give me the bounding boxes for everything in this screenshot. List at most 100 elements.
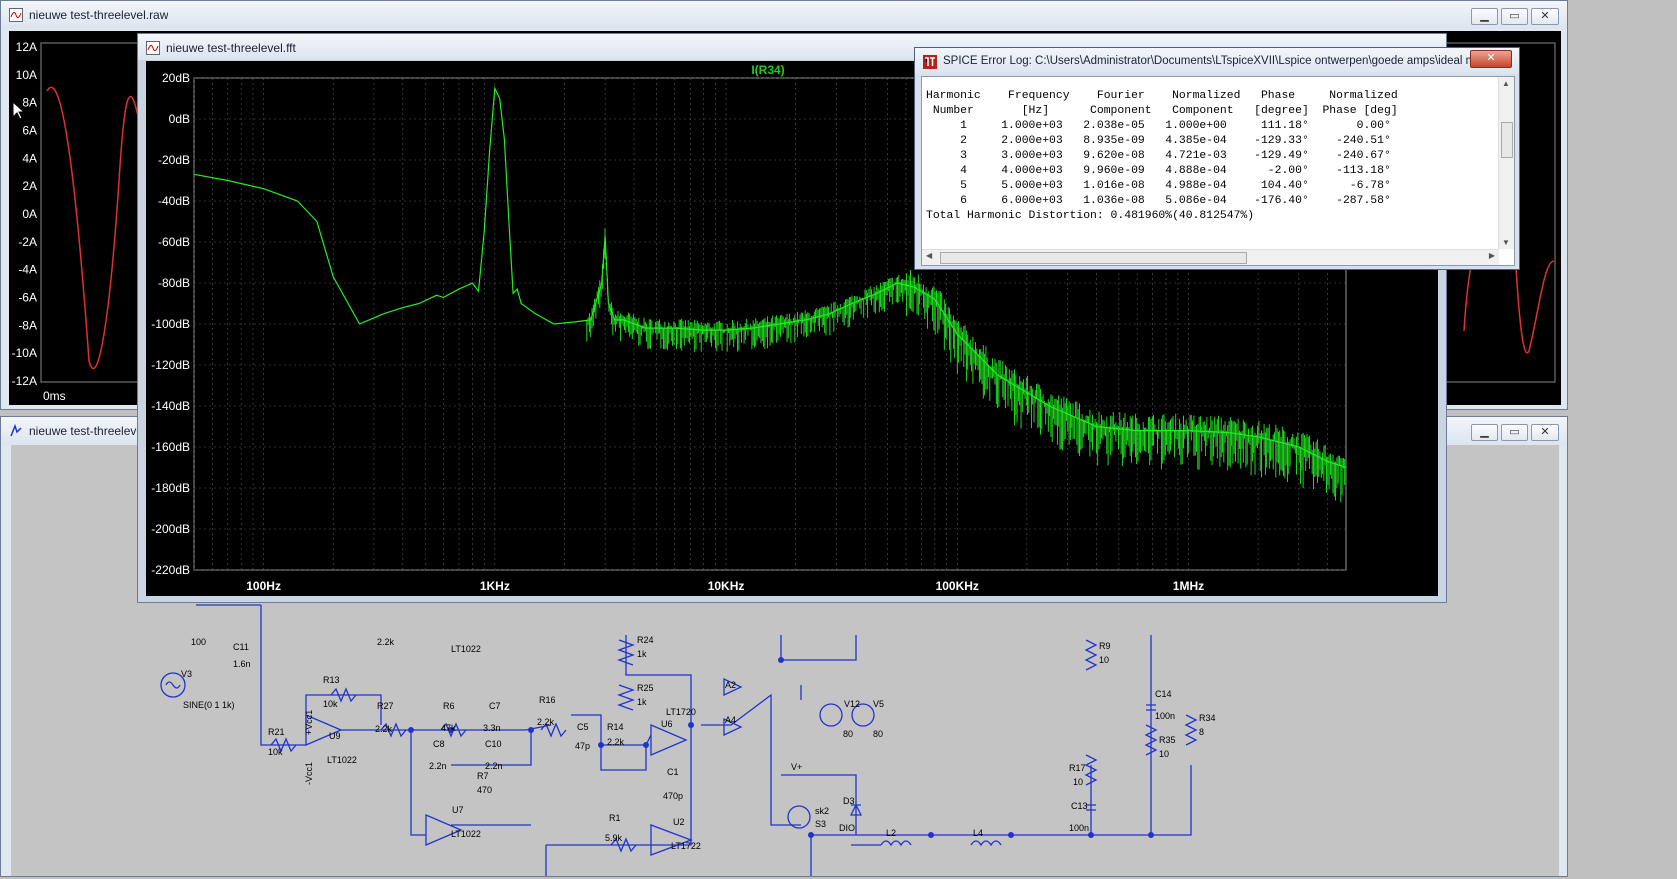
fft-x-tick: 100Hz (246, 579, 281, 593)
scroll-left-icon[interactable]: ◀ (926, 251, 932, 260)
schematic-label-c10: C10 (485, 739, 502, 749)
table-row: 2 2.000e+03 8.935e-09 4.385e-04 -129.33°… (926, 135, 1391, 147)
raw-y-tick: -2A (18, 235, 37, 249)
maximize-button[interactable]: ▭ (1501, 424, 1528, 441)
fft-x-tick: 100KHz (936, 579, 979, 593)
fft-y-axis: 20dB 0dB -20dB -40dB -60dB -80dB -100dB -120dB -… (151, 71, 190, 577)
fft-y-tick: 20dB (162, 71, 190, 85)
close-button[interactable]: ✕ (1470, 50, 1512, 68)
schematic-label-c14: C14 (1155, 689, 1172, 699)
raw-y-tick: -4A (18, 263, 37, 277)
schematic-label-lt1022-a: LT1022 (327, 755, 357, 765)
schematic-label-r27: R27 (377, 701, 394, 711)
minimize-button[interactable]: ▁ (1471, 8, 1498, 25)
table-row: 6 6.000e+03 1.036e-08 5.086e-04 -176.40°… (926, 195, 1391, 207)
scroll-down-icon[interactable]: ▼ (1502, 238, 1510, 247)
schematic-label-lt1722: LT1722 (671, 841, 701, 851)
schematic-labels: 100 C11 1.6n V3 SINE(0 1 1k) R13 10k R21 10k U9 LT… (181, 635, 1216, 851)
schematic-junctions (408, 657, 1154, 838)
schematic-label-r14-val: 2.2k (607, 737, 625, 747)
schematic-label-r14: R14 (607, 722, 624, 732)
schematic-label-sine: SINE(0 1 1k) (183, 700, 235, 710)
ltspice-icon (923, 55, 937, 69)
schematic-label-a4: A4 (725, 715, 736, 725)
raw-y-tick: -12A (12, 374, 37, 388)
fft-window-title: nieuwe test-threelevel.fft (166, 41, 296, 55)
schematic-label-c5-val: 47p (575, 741, 590, 751)
schematic-label-r-22k-top: 2.2k (377, 637, 395, 647)
table-header-row: Harmonic Frequency Fourier Normalized Ph… (926, 90, 1412, 102)
schematic-label-lt1022-b: LT1022 (451, 644, 481, 654)
schematic-label-v12-val: 80 (843, 729, 853, 739)
schematic-label-r34: R34 (1199, 713, 1216, 723)
spice-error-log-window[interactable]: SPICE Error Log: C:\Users\Administrator\… (914, 47, 1520, 270)
schematic-label-r35-val: 10 (1159, 749, 1169, 759)
raw-window-title: nieuwe test-threelevel.raw (29, 8, 169, 22)
schematic-label-r16-val: 2.2k (537, 717, 555, 727)
fft-x-axis: 100Hz 1KHz 10KHz 100KHz 1MHz (246, 579, 1204, 593)
schematic-label-r-label: 100 (191, 637, 206, 647)
raw-window-titlebar[interactable]: nieuwe test-threelevel.raw ▁ ▭ ✕ (1, 1, 1567, 29)
fft-y-tick: -80dB (158, 276, 190, 290)
schematic-wires (196, 604, 1192, 876)
error-log-content[interactable]: Harmonic Frequency Fourier Normalized Ph… (921, 76, 1515, 266)
schematic-label-v3: V3 (181, 669, 192, 679)
schematic-label-r25-val: 1k (637, 697, 647, 707)
schematic-label-vcc-a: +Vcc1 (304, 710, 314, 735)
table-row: 1 1.000e+03 2.038e-05 1.000e+00 111.18° … (926, 120, 1391, 132)
horizontal-scrollbar[interactable]: ◀ ▶ (922, 249, 1499, 265)
scroll-up-icon[interactable]: ▲ (1502, 79, 1510, 88)
schematic-label-c1: C1 (667, 767, 679, 777)
schematic-label-sk2: sk2 (815, 806, 829, 816)
fourier-table: Harmonic Frequency Fourier Normalized Ph… (926, 89, 1411, 224)
horizontal-scroll-thumb[interactable] (940, 252, 1247, 264)
schematic-label-c8: C8 (433, 739, 445, 749)
raw-y-tick: 6A (22, 124, 37, 138)
fft-y-tick: -160dB (151, 440, 190, 454)
schematic-label-r9: R9 (1099, 641, 1111, 651)
maximize-button[interactable]: ▭ (1501, 8, 1528, 25)
close-button[interactable]: ✕ (1531, 424, 1559, 441)
schematic-label-r24-val: 1k (637, 649, 647, 659)
schematic-label-r7: R7 (477, 771, 489, 781)
thd-line: Total Harmonic Distortion: 0.481960%(40.… (926, 210, 1255, 222)
raw-y-axis: 12A10A8A6A4A2A0A-2A-4A-6A-8A-10A-12A (12, 40, 37, 388)
error-log-title: SPICE Error Log: C:\Users\Administrator\… (943, 55, 1483, 67)
schematic-label-c7: C7 (489, 701, 501, 711)
raw-y-tick: 2A (22, 179, 37, 193)
schematic-label-v12: V12 (844, 699, 860, 709)
schematic-label-lt1022-c: LT1022 (451, 829, 481, 839)
fft-trace-label[interactable]: I(R34) (751, 63, 784, 77)
schematic-label-c13-val: 100n (1069, 823, 1089, 833)
minimize-button[interactable]: ▁ (1471, 424, 1498, 441)
schematic-label-u2: U2 (673, 817, 685, 827)
table-row: 4 4.000e+03 9.960e-09 4.888e-04 -2.00° -… (926, 165, 1391, 177)
vertical-scrollbar[interactable]: ▲ ▼ (1498, 77, 1514, 249)
waveform-icon (146, 41, 160, 55)
waveform-icon (9, 8, 23, 22)
schematic-label-c5: C5 (577, 722, 589, 732)
table-row: 3 3.000e+03 9.620e-08 4.721e-03 -129.49°… (926, 150, 1391, 162)
fft-y-tick: -100dB (151, 317, 190, 331)
schematic-label-r17-val: 10 (1073, 777, 1083, 787)
schematic-label-r1-val: 5.9k (605, 833, 623, 843)
scroll-right-icon[interactable]: ▶ (1489, 251, 1495, 260)
schematic-label-r9-val: 10 (1099, 655, 1109, 665)
close-button[interactable]: ✕ (1531, 8, 1559, 25)
schematic-label-l2: L2 (886, 828, 896, 838)
schematic-label-c7-val: 3.3n (483, 723, 501, 733)
schematic-label-c13: C13 (1071, 801, 1088, 811)
raw-y-tick: 0A (22, 207, 37, 221)
fft-y-tick: 0dB (169, 112, 190, 126)
schematic-label-r13-val: 10k (323, 699, 338, 709)
schematic-label-r21-val: 10k (268, 747, 283, 757)
schematic-label-r17: R17 (1069, 763, 1086, 773)
schematic-label-v5: V5 (873, 699, 884, 709)
schematic-label-u9: U9 (329, 731, 341, 741)
vertical-scroll-thumb[interactable] (1501, 122, 1513, 158)
fft-y-tick: -40dB (158, 194, 190, 208)
error-log-titlebar[interactable]: SPICE Error Log: C:\Users\Administrator\… (915, 48, 1519, 74)
schematic-icon (10, 424, 22, 437)
raw-y-tick: 10A (16, 68, 37, 82)
raw-y-tick: 4A (22, 151, 37, 165)
